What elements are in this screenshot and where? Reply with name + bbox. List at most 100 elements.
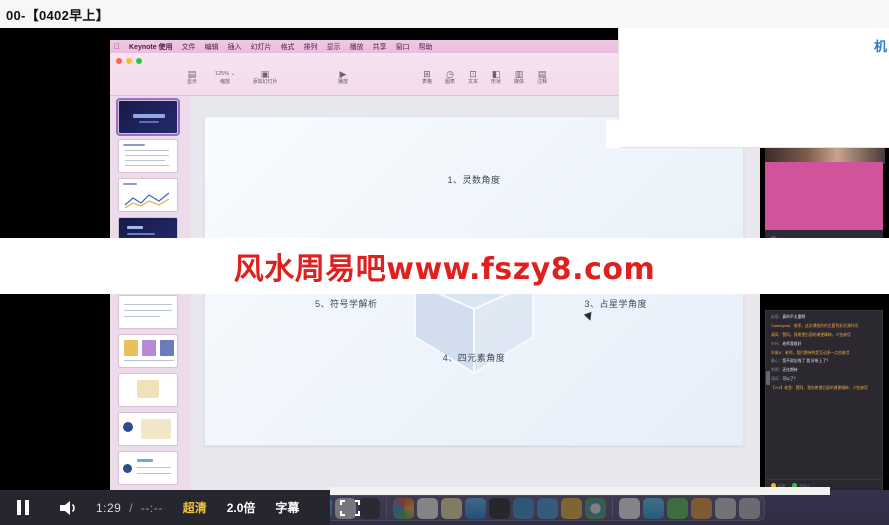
thumbnail-slide-3[interactable] <box>118 178 178 212</box>
toolbar-chart-label: 图表 <box>444 79 455 85</box>
thumbnail-slide-9[interactable] <box>118 412 178 446</box>
chat-author: 赵丽： <box>771 315 783 319</box>
close-icon[interactable] <box>116 58 122 64</box>
menu-share[interactable]: 共享 <box>373 42 387 52</box>
player-controls[interactable]: 1:29 / --:-- 超清 2.0倍 字幕 <box>0 490 330 525</box>
apple-logo-icon[interactable]:  <box>114 42 120 51</box>
menu-view[interactable]: 显示 <box>327 42 341 52</box>
menu-play[interactable]: 播放 <box>350 42 364 52</box>
toolbar-comment-label: 注释 <box>536 79 547 85</box>
sidebar-icon: ▤ <box>187 69 197 79</box>
toolbar-shape-button[interactable]: ◧ 形状 <box>487 69 505 87</box>
chart-icon: ◷ <box>446 69 454 79</box>
chat-text: 您不说忘啦了 我 好听上了？ <box>782 359 831 364</box>
playback-speed-button[interactable]: 2.0倍 <box>227 499 256 516</box>
chat-author: 明明： <box>771 368 783 373</box>
white-overlay-card <box>618 28 889 148</box>
dock-top-sliver <box>330 487 830 495</box>
page-title: 00-【0402早上】 <box>6 7 110 23</box>
chat-text: 赞同，我希望后面的课更精粹，少些废话 <box>782 332 851 337</box>
thumbnail-slide-2[interactable] <box>118 139 178 173</box>
pause-icon-bar <box>17 500 21 515</box>
chat-text: 可以了？ <box>782 377 798 382</box>
chat-message: 赵丽：真的不太重啊 <box>771 315 877 321</box>
thumbnail-slide-6[interactable] <box>118 295 178 329</box>
overlay-character-label: 机 <box>873 39 887 54</box>
comment-icon: ▤ <box>537 69 547 79</box>
toolbar-view-button[interactable]: ▤ 显示 <box>180 69 204 87</box>
player-bar-translucent-region <box>330 490 889 525</box>
pause-button[interactable] <box>0 500 46 515</box>
chat-message: 清风：赞同，我希望后面的课更精粹，少些废话 <box>771 333 877 339</box>
chat-text: 赞同，我也希望后面的课更精粹，少些废话 <box>795 386 868 390</box>
media-icon: ▥ <box>514 69 524 79</box>
menu-help[interactable]: 帮助 <box>419 42 433 52</box>
shape-icon: ◧ <box>491 69 501 79</box>
text-icon: ⊡ <box>469 69 477 79</box>
menu-slide[interactable]: 幻灯片 <box>251 42 272 52</box>
subtitle-button[interactable]: 字幕 <box>275 499 299 516</box>
table-icon: ⊞ <box>423 69 431 79</box>
menu-app-name[interactable]: Keynote 使用 <box>129 42 173 52</box>
toolbar-media-button[interactable]: ▥ 媒体 <box>510 69 528 87</box>
toolbar-zoom-label: 缩放 <box>219 79 230 85</box>
maximize-icon[interactable] <box>136 58 142 64</box>
chat-author: 【YM】老鱼： <box>771 386 796 390</box>
mouse-cursor-icon <box>583 311 595 323</box>
toolbar-play-label: 播放 <box>337 79 348 85</box>
chat-text: 老师我很好 <box>782 341 802 346</box>
thumbnail-slide-10[interactable] <box>118 451 178 485</box>
chat-message: 木易A：老师，我们期待的是互动多一点些废话 <box>771 351 877 357</box>
menu-file[interactable]: 文件 <box>182 42 196 52</box>
slide-label-1: 1、灵数角度 <box>447 175 501 185</box>
duration: --:-- <box>140 500 163 515</box>
minimize-icon[interactable] <box>126 58 132 64</box>
menu-format[interactable]: 格式 <box>281 42 295 52</box>
thumb-chart-icon <box>124 192 170 209</box>
chat-message: 清风：可以了？ <box>771 377 877 383</box>
toolbar-add-slide-button[interactable]: ▣ 添加幻灯片 <box>248 69 282 87</box>
chat-author: Cassiopeia： <box>771 323 794 328</box>
toolbar-chart-button[interactable]: ◷ 图表 <box>441 69 459 87</box>
chat-author: 静心： <box>771 359 783 364</box>
toolbar-text-button[interactable]: ⊡ 文本 <box>464 69 482 87</box>
presenter-video-tile[interactable] <box>765 162 883 230</box>
window-traffic-lights[interactable] <box>116 58 142 64</box>
toolbar-table-button[interactable]: ⊞ 表格 <box>418 69 436 87</box>
chat-text: 老师，这次课程的的主要色彩交流时间 <box>793 323 859 328</box>
menu-arrange[interactable]: 排列 <box>304 42 318 52</box>
toolbar-play-button[interactable]: ▶ 播放 <box>332 69 354 87</box>
zoom-level-value: 125% ⌄ <box>214 71 236 77</box>
panel-resize-handle[interactable] <box>766 371 770 385</box>
thumbnail-slide-8[interactable] <box>118 373 178 407</box>
chat-message: 【YM】老鱼：赞同，我也希望后面的课更精粹，少些废话 <box>771 386 877 392</box>
chat-author: 清风： <box>771 332 783 337</box>
time-display: 1:29 / --:-- <box>96 501 163 515</box>
volume-icon <box>60 500 75 515</box>
menu-insert[interactable]: 插入 <box>228 42 242 52</box>
toolbar-zoom-button[interactable]: 125% ⌄ 缩放 <box>208 69 242 87</box>
toolbar-add-slide-label: 添加幻灯片 <box>252 79 278 85</box>
screen-recording-player: 00-【0402早上】  Keynote 使用 文件 编辑 插入 幻灯片 格式… <box>0 0 889 525</box>
thumbnail-slide-7[interactable] <box>118 334 178 368</box>
chat-panel[interactable]: 赵丽：真的不太重啊 Cassiopeia：老师，这次课程的的主要色彩交流时间 清… <box>765 310 883 490</box>
volume-button[interactable] <box>46 499 92 517</box>
toolbar-comment-button[interactable]: ▤ 注释 <box>533 69 551 87</box>
quality-button[interactable]: 超清 <box>183 499 207 516</box>
chat-author: 叶叶： <box>771 341 783 346</box>
pause-icon-bar <box>25 500 29 515</box>
slide-label-3: 3、占星学角度 <box>584 299 647 309</box>
fullscreen-button[interactable] <box>340 500 360 516</box>
chat-text: 老师，我们期待的是互动多一点些废话 <box>784 350 850 355</box>
chat-message: 明明：还在期待 <box>771 368 877 374</box>
slide-label-5: 5、符号学解析 <box>315 299 378 309</box>
menu-window[interactable]: 窗口 <box>396 42 410 52</box>
site-watermark-band: 风水周易吧www.fszy8.com <box>0 238 889 294</box>
chat-author: 木易A： <box>771 350 785 355</box>
chat-message: 静心：您不说忘啦了 我 好听上了？ <box>771 359 877 365</box>
chat-message: Cassiopeia：老师，这次课程的的主要色彩交流时间 <box>771 324 877 330</box>
toolbar-view-label: 显示 <box>186 79 197 85</box>
thumbnail-slide-1[interactable] <box>116 98 180 136</box>
toolbar-media-label: 媒体 <box>513 79 524 85</box>
menu-edit[interactable]: 编辑 <box>205 42 219 52</box>
